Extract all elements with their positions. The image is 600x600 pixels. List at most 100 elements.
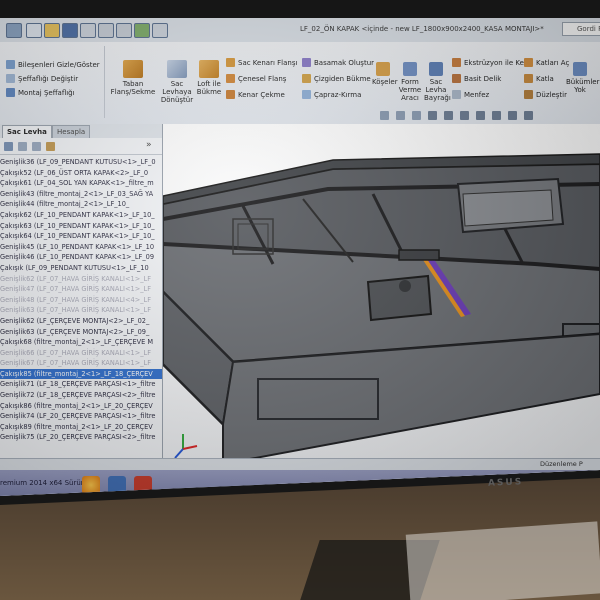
view-settings-icon[interactable] (524, 111, 533, 120)
configuration-manager-icon[interactable] (32, 142, 41, 151)
tree-item[interactable]: Çakışık (LF_09_PENDANT KUTUSU<1>_LF_10 (0, 263, 162, 274)
extruded-cut-icon (452, 58, 461, 67)
solidworks-logo-icon[interactable] (6, 23, 22, 38)
scene-icon[interactable] (508, 111, 517, 120)
zoom-area-icon[interactable] (396, 111, 405, 120)
section-view-icon[interactable] (428, 111, 437, 120)
tree-item[interactable]: Çakışık89 (filtre_montaj_2<1>_LF_20_ÇERÇ… (0, 422, 162, 433)
explorer-icon[interactable] (108, 476, 126, 494)
miter-flange-icon (226, 74, 235, 83)
tree-item[interactable]: Genişlik66 (LF_07_HAVA GİRİŞ KANALI<1>_L… (0, 348, 162, 359)
vent-icon (452, 90, 461, 99)
dimxpert-icon[interactable] (46, 142, 55, 151)
tree-item[interactable]: Genişlik47 (LF_07_HAVA GİRİŞ KANALI<1>_L… (0, 284, 162, 295)
tab-sheet-metal[interactable]: Sac Levha (2, 125, 52, 138)
fold-button[interactable]: Katla (524, 74, 554, 83)
sheet-metal-gusset-button[interactable]: Sac Levha Bayrağı (424, 62, 451, 102)
hem-button[interactable]: Kenar Çekme (226, 90, 285, 99)
tree-item[interactable]: Çakışık64 (LF_10_PENDANT KAPAK<1>_LF_10_ (0, 231, 162, 242)
simple-hole-icon (452, 74, 461, 83)
assembly-transparency-option[interactable]: Montaj Şeffaflığı (6, 88, 75, 97)
tree-item[interactable]: Genişlik43 (filtre_montaj_2<1>_LF_03_SAĞ… (0, 189, 162, 200)
zoom-icon[interactable] (380, 111, 389, 120)
document-title: LF_02_ÖN KAPAK <içinde - new LF_1800x900… (300, 25, 544, 33)
tree-item[interactable]: Çakışık85 (filtre_montaj_2<1>_LF_18_ÇERÇ… (0, 368, 162, 380)
property-manager-icon[interactable] (18, 142, 27, 151)
graphics-viewport[interactable] (163, 124, 600, 484)
print-icon[interactable] (80, 23, 96, 38)
axis-x-icon (182, 445, 198, 450)
tree-item[interactable]: Genişlik72 (LF_18_ÇERÇEVE PARÇASI<2>_fil… (0, 390, 162, 401)
tree-item[interactable]: Genişlik48 (LF_07_HAVA GİRİŞ KANALI<4>_L… (0, 295, 162, 306)
edge-flange-button[interactable]: Sac Kenarı Flanşı (226, 58, 297, 67)
asus-logo: ASUS (487, 477, 524, 489)
appearance-icon[interactable] (492, 111, 501, 120)
tree-item[interactable]: Genişlik62 (LF_07_HAVA GİRİŞ KANALI<1>_L… (0, 274, 162, 285)
tree-item[interactable]: Genişlik75 (LF_20_ÇERÇEVE PARÇASI<2>_fil… (0, 432, 162, 443)
extruded-cut-button[interactable]: Ekstrüzyon ile Kes (452, 58, 528, 67)
tab-evaluate[interactable]: Hesapla (52, 125, 91, 138)
tree-item[interactable]: Genişlik63 (LF_07_HAVA GİRİŞ KANALI<1>_L… (0, 305, 162, 316)
no-bends-button[interactable]: Bükümleri Yok (566, 62, 600, 94)
change-transparency-option[interactable]: Şeffaflığı Değiştir (6, 74, 78, 83)
tree-item[interactable]: Çakışık63 (LF_10_PENDANT KAPAK<1>_LF_10_ (0, 221, 162, 232)
options-icon[interactable] (152, 23, 168, 38)
transparency-icon (6, 74, 15, 83)
miter-flange-button[interactable]: Çenesel Flanş (226, 74, 286, 83)
tree-item[interactable]: Genişlik62 (LF_ÇERÇEVE MONTAJ<2>_LF_02_ (0, 316, 162, 327)
feature-tree: Genişlik36 (LF_09_PENDANT KUTUSU<1>_LF_0… (0, 157, 162, 443)
save-icon[interactable] (62, 23, 78, 38)
tree-item[interactable]: Genişlik74 (LF_20_ÇERÇEVE PARÇASI<1>_fil… (0, 411, 162, 422)
tree-item[interactable]: Genişlik71 (LF_18_ÇERÇEVE PARÇASI<1>_fil… (0, 379, 162, 390)
panel-toolbar: » (0, 140, 162, 155)
tree-item[interactable]: Genişlik44 (filtre_montaj_2<1>_LF_10_ (0, 199, 162, 210)
feature-tree-icon[interactable] (4, 142, 13, 151)
hide-show-items-icon[interactable] (476, 111, 485, 120)
undo-icon[interactable] (98, 23, 114, 38)
tree-item[interactable]: Genişlik63 (LF_ÇERÇEVE MONTAJ<2>_LF_09_ (0, 327, 162, 338)
open-folder-icon[interactable] (44, 23, 60, 38)
fold-icon (524, 74, 533, 83)
previous-view-icon[interactable] (412, 111, 421, 120)
lofted-bend-button[interactable]: Loft ile Bükme (196, 60, 222, 96)
chrome-icon[interactable] (82, 476, 100, 494)
select-arrow-icon[interactable] (116, 23, 132, 38)
photo-scene: LF_02_ÖN KAPAK <içinde - new LF_1800x900… (0, 0, 600, 600)
tree-item[interactable]: Genişlik45 (LF_10_PENDANT KAPAK<1>_LF_10 (0, 242, 162, 253)
tree-item[interactable]: Genişlik46 (LF_10_PENDANT KAPAK<1>_LF_09 (0, 252, 162, 263)
cross-break-icon (302, 90, 311, 99)
new-file-icon[interactable] (26, 23, 42, 38)
hide-show-components-option[interactable]: Bileşenleri Gizle/Göster (6, 60, 100, 69)
view-orientation-icon[interactable] (444, 111, 453, 120)
components-icon (6, 60, 15, 69)
forming-tool-button[interactable]: Form Verme Aracı (398, 62, 422, 102)
display-style-icon[interactable] (460, 111, 469, 120)
tree-item[interactable]: Genişlik36 (LF_09_PENDANT KUTUSU<1>_LF_0 (0, 157, 162, 168)
search-input[interactable]: Gordi F (562, 22, 600, 36)
convert-to-sheet-metal-button[interactable]: Sac Levhaya Dönüştür (160, 60, 194, 104)
tree-item[interactable]: Çakışık61 (LF_04_SOL YAN KAPAK<1>_filtre… (0, 178, 162, 189)
assembly-icon (6, 88, 15, 97)
hem-icon (226, 90, 235, 99)
app-version-text: remium 2014 x64 Sürümü (0, 479, 93, 487)
vent-button[interactable]: Menfez (452, 90, 489, 99)
unfold-button[interactable]: Katları Aç (524, 58, 569, 67)
sketched-bend-button[interactable]: Çizgiden Bükme (302, 74, 371, 83)
rebuild-icon[interactable] (134, 23, 150, 38)
tree-item[interactable]: Çakışık86 (filtre_montaj_2<1>_LF_20_ÇERÇ… (0, 401, 162, 412)
simple-hole-button[interactable]: Basit Delik (452, 74, 501, 83)
base-flange-icon (123, 60, 143, 78)
corners-button[interactable]: Köşeler (372, 62, 398, 86)
tree-item[interactable]: Genişlik67 (LF_07_HAVA GİRİŞ KANALI<1>_L… (0, 358, 162, 369)
cross-break-button[interactable]: Çapraz-Kırma (302, 90, 361, 99)
base-flange-button[interactable]: Taban Flanş/Sekme (108, 60, 158, 96)
jog-button[interactable]: Basamak Oluştur (302, 58, 374, 67)
tree-item[interactable]: Çakışık62 (LF_10_PENDANT KAPAK<1>_LF_10_ (0, 210, 162, 221)
tree-item[interactable]: Çakışık52 (LF_06_ÜST ORTA KAPAK<2>_LF_0 (0, 168, 162, 179)
inner-duct-box (366, 274, 433, 322)
flatten-button[interactable]: Düzleştir (524, 90, 567, 99)
desk-paper (405, 521, 600, 600)
tree-item[interactable]: Çakışık68 (filtre_montaj_2<1>_LF_ÇERÇEVE… (0, 337, 162, 348)
solidworks-task-icon[interactable] (134, 476, 152, 494)
expand-chevron-icon[interactable]: » (146, 140, 152, 150)
